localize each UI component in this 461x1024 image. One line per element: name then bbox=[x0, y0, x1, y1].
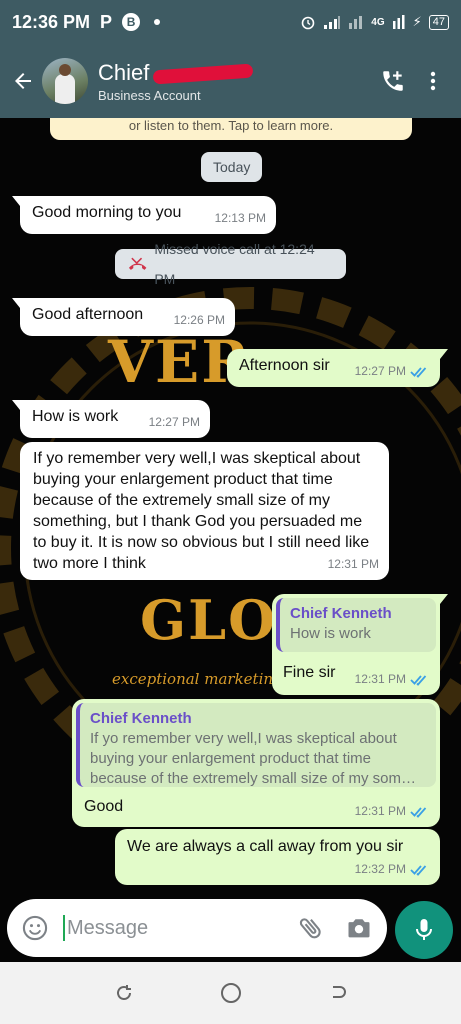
notification-dot-icon bbox=[154, 19, 161, 25]
read-ticks-icon bbox=[410, 366, 427, 378]
message-text: Afternoon sir bbox=[239, 357, 330, 374]
camera-icon[interactable] bbox=[345, 914, 373, 942]
date-chip: Today bbox=[201, 152, 263, 182]
add-call-button[interactable] bbox=[373, 61, 413, 101]
mic-icon bbox=[416, 919, 432, 940]
more-vert-icon bbox=[430, 71, 436, 91]
chat-area[interactable]: VER GLOB exceptional marketing or listen… bbox=[0, 118, 461, 898]
message-box[interactable]: Message bbox=[7, 899, 387, 957]
add-call-icon bbox=[383, 71, 403, 91]
message-incoming[interactable]: How is work 12:27 PM bbox=[12, 400, 210, 438]
quoted-message[interactable]: Chief Kenneth How is work bbox=[276, 598, 436, 652]
quoted-author: Chief Kenneth bbox=[90, 710, 192, 727]
message-time: 12:31 PM bbox=[354, 804, 406, 818]
recents-icon bbox=[116, 985, 131, 1000]
message-time: 12:13 PM bbox=[214, 211, 266, 225]
home-icon bbox=[220, 983, 241, 1003]
missed-call-icon bbox=[128, 257, 147, 270]
account-type: Business Account bbox=[98, 87, 201, 103]
back-button[interactable] bbox=[4, 62, 42, 100]
message-incoming[interactable]: Good afternoon 12:26 PM bbox=[12, 298, 235, 336]
contact-info[interactable]: Chief Business Account bbox=[98, 60, 373, 103]
quoted-author: Chief Kenneth bbox=[290, 605, 392, 622]
read-ticks-icon bbox=[410, 806, 427, 818]
notification-b-icon: B bbox=[122, 13, 141, 31]
voice-record-button[interactable] bbox=[395, 901, 453, 959]
charging-icon: ⚡ bbox=[412, 14, 422, 29]
read-ticks-icon bbox=[410, 864, 427, 876]
system-nav-bar bbox=[0, 962, 461, 1024]
quoted-message[interactable]: Chief Kenneth If yo remember very well,I… bbox=[76, 703, 436, 787]
message-text: Good morning to you bbox=[32, 204, 182, 221]
recents-button[interactable] bbox=[104, 973, 144, 1013]
nav-back-icon bbox=[332, 986, 346, 998]
message-time: 12:26 PM bbox=[173, 313, 225, 327]
message-outgoing-reply[interactable]: Chief Kenneth If yo remember very well,I… bbox=[72, 699, 440, 827]
missed-call-chip[interactable]: Missed voice call at 12:24 PM bbox=[115, 241, 346, 287]
read-ticks-icon bbox=[410, 674, 427, 686]
message-time: 12:31 PM bbox=[354, 672, 406, 686]
home-button[interactable] bbox=[211, 973, 251, 1013]
message-incoming[interactable]: If yo remember very well,I was skeptical… bbox=[20, 442, 389, 580]
watermark-tagline: exceptional marketing bbox=[112, 670, 283, 688]
back-arrow-icon bbox=[15, 73, 31, 89]
encryption-notice[interactable]: or listen to them. Tap to learn more. bbox=[50, 118, 412, 140]
message-time: 12:27 PM bbox=[354, 364, 406, 378]
message-text: Fine sir bbox=[283, 664, 336, 681]
composer-bar: Message bbox=[0, 898, 461, 962]
avatar[interactable] bbox=[42, 58, 88, 104]
signal2-icon bbox=[349, 16, 363, 29]
message-text: Good afternoon bbox=[32, 306, 144, 323]
message-text: We are always a call away from you sir bbox=[127, 838, 404, 855]
message-text: If yo remember very well,I was skeptical… bbox=[33, 450, 370, 572]
signal-icon bbox=[324, 16, 341, 29]
emoji-icon[interactable] bbox=[21, 914, 49, 942]
message-incoming[interactable]: Good morning to you 12:13 PM bbox=[12, 196, 276, 234]
message-time: 12:27 PM bbox=[148, 415, 200, 429]
message-time: 12:31 PM bbox=[327, 557, 379, 571]
message-outgoing-reply[interactable]: Chief Kenneth How is work Fine sir 12:31… bbox=[272, 594, 448, 695]
message-time: 12:32 PM bbox=[354, 862, 406, 876]
network-type: 4G bbox=[371, 16, 385, 28]
message-outgoing[interactable]: We are always a call away from you sir 1… bbox=[115, 829, 440, 885]
notification-p-icon: P bbox=[100, 11, 113, 32]
attach-icon[interactable] bbox=[297, 914, 325, 942]
status-bar: 12:36 PM P B 4G ⚡ 47 bbox=[0, 0, 461, 44]
message-input[interactable]: Message bbox=[63, 915, 297, 941]
status-time: 12:36 PM bbox=[12, 11, 91, 32]
battery-level: 47 bbox=[428, 14, 449, 30]
missed-call-text: Missed voice call at 12:24 PM bbox=[154, 241, 315, 287]
more-options-button[interactable] bbox=[413, 61, 453, 101]
contact-name: Chief bbox=[98, 59, 150, 85]
quoted-text: How is work bbox=[290, 625, 371, 642]
message-text: Good bbox=[84, 798, 124, 815]
wifi-data-icon bbox=[392, 15, 405, 29]
message-text: How is work bbox=[32, 408, 119, 425]
chat-header: Chief Business Account bbox=[0, 44, 461, 118]
back-nav-button[interactable] bbox=[318, 973, 358, 1013]
quoted-text: If yo remember very well,I was skeptical… bbox=[90, 730, 416, 787]
message-outgoing[interactable]: Afternoon sir 12:27 PM bbox=[227, 349, 448, 387]
redaction-mark bbox=[152, 63, 254, 85]
alarm-icon bbox=[301, 16, 315, 30]
